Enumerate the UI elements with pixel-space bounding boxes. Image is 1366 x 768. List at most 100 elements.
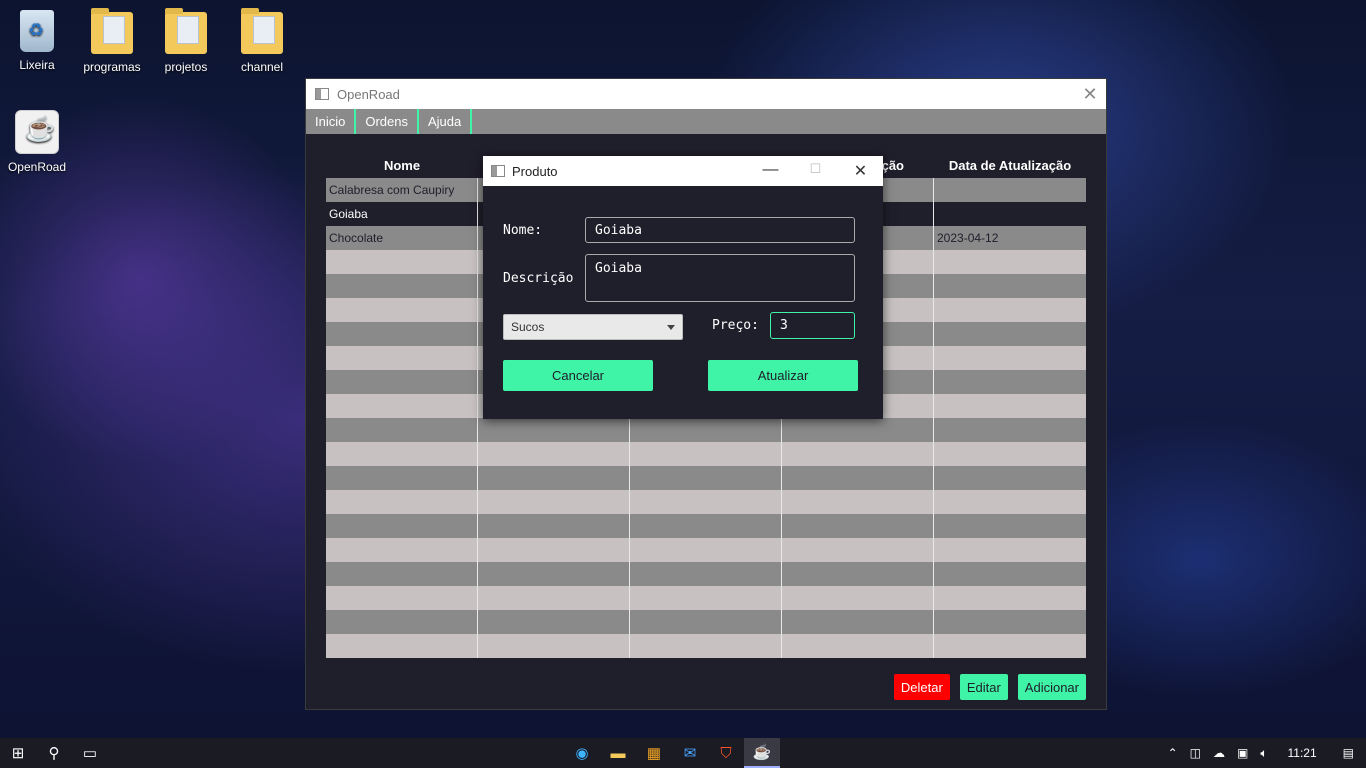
desktop-icon-label: channel <box>240 60 284 74</box>
desktop-icon-projetos[interactable]: projetos <box>150 8 222 74</box>
table-cell <box>934 394 1086 418</box>
edge-icon[interactable]: ◉ <box>564 738 600 768</box>
menu-inicio[interactable]: Inicio <box>306 109 357 134</box>
table-cell <box>326 442 478 466</box>
table-cell <box>934 562 1086 586</box>
table-row-empty[interactable] <box>326 610 1086 634</box>
close-icon[interactable]: ✕ <box>1074 84 1106 105</box>
table-cell <box>326 466 478 490</box>
table-cell <box>326 298 478 322</box>
table-cell <box>934 250 1086 274</box>
table-cell <box>478 514 630 538</box>
nome-label: Nome: <box>503 223 543 238</box>
mail-icon[interactable]: ✉ <box>672 738 708 768</box>
table-cell <box>934 370 1086 394</box>
camera-icon[interactable]: ◫ <box>1184 746 1207 760</box>
desktop-icon-label: Lixeira <box>19 58 55 72</box>
network-icon[interactable]: ▣ <box>1231 746 1254 760</box>
store-icon[interactable]: ▦ <box>636 738 672 768</box>
menu-ajuda[interactable]: Ajuda <box>419 109 473 134</box>
table-row-empty[interactable] <box>326 562 1086 586</box>
table-row-empty[interactable] <box>326 514 1086 538</box>
table-cell <box>934 322 1086 346</box>
volume-icon[interactable]: 🔈︎ <box>1254 746 1273 761</box>
file-explorer-icon[interactable]: ▬ <box>600 738 636 768</box>
brave-icon[interactable]: ⛉ <box>708 738 744 768</box>
table-cell <box>782 442 934 466</box>
dialog-titlebar: Produto — ☐ ✕ <box>483 156 883 186</box>
desktop-icon-programas[interactable]: programas <box>76 8 148 74</box>
table-cell: Chocolate <box>326 226 478 250</box>
table-row-empty[interactable] <box>326 586 1086 610</box>
add-button[interactable]: Adicionar <box>1017 674 1086 700</box>
categoria-select[interactable]: Sucos <box>503 314 683 340</box>
cancel-button[interactable]: Cancelar <box>503 360 653 391</box>
delete-button[interactable]: Deletar <box>893 674 950 700</box>
table-cell <box>630 442 782 466</box>
table-cell <box>326 322 478 346</box>
table-cell <box>478 586 630 610</box>
table-cell: 2023-04-12 <box>937 231 999 245</box>
window-title: OpenRoad <box>337 86 400 102</box>
descricao-textarea[interactable]: Goiaba <box>585 254 855 302</box>
table-cell <box>478 442 630 466</box>
task-view-icon[interactable]: ▭ <box>72 738 108 768</box>
taskbar: ⊞ ⚲ ▭ ◉ ▬ ▦ ✉ ⛉ ☕ ⌃ ◫ ☁ ▣ 🔈︎ 11:21 ▤ <box>0 738 1366 768</box>
table-cell <box>630 610 782 634</box>
minimize-icon[interactable]: — <box>748 161 793 181</box>
notification-icon[interactable]: ▤ <box>1331 746 1366 760</box>
preco-input[interactable]: 3 <box>770 312 855 339</box>
table-cell <box>326 418 478 442</box>
edit-button[interactable]: Editar <box>959 674 1008 700</box>
column-header[interactable]: Data de Atualização <box>934 154 1086 178</box>
column-header[interactable]: Nome <box>326 154 478 178</box>
desktop-icon-label: projetos <box>164 60 208 74</box>
clock[interactable]: 11:21 <box>1274 746 1331 760</box>
table-cell <box>934 274 1086 298</box>
table-cell <box>478 418 630 442</box>
chevron-down-icon <box>667 325 675 330</box>
search-icon[interactable]: ⚲ <box>36 738 72 768</box>
table-row-empty[interactable] <box>326 466 1086 490</box>
desktop-icon-channel[interactable]: channel <box>226 8 298 74</box>
table-row-empty[interactable] <box>326 490 1086 514</box>
table-cell <box>630 490 782 514</box>
table-cell <box>326 394 478 418</box>
table-cell <box>478 610 630 634</box>
table-cell <box>630 466 782 490</box>
table-cell <box>630 586 782 610</box>
table-row-empty[interactable] <box>326 634 1086 658</box>
onedrive-icon[interactable]: ☁ <box>1207 746 1231 760</box>
system-tray: ⌃ ◫ ☁ ▣ 🔈︎ 11:21 ▤ <box>1162 746 1366 761</box>
table-row-empty[interactable] <box>326 442 1086 466</box>
desktop-icon-lixeira[interactable]: ♻ Lixeira <box>1 10 73 72</box>
java-icon: ☕ <box>15 110 59 154</box>
table-cell <box>782 610 934 634</box>
table-cell <box>478 466 630 490</box>
desktop-icon-openroad[interactable]: ☕ OpenRoad <box>1 110 73 174</box>
chevron-up-icon[interactable]: ⌃ <box>1162 746 1184 760</box>
start-icon[interactable]: ⊞ <box>0 738 36 768</box>
table-cell <box>326 514 478 538</box>
table-cell <box>782 586 934 610</box>
table-cell <box>934 202 1086 226</box>
menu-ordens[interactable]: Ordens <box>356 109 419 134</box>
table-cell <box>934 490 1086 514</box>
folder-icon <box>241 8 283 54</box>
table-cell <box>934 418 1086 442</box>
java-app-icon[interactable]: ☕ <box>744 738 780 768</box>
desktop-icon-label: programas <box>83 60 141 74</box>
table-row-empty[interactable] <box>326 418 1086 442</box>
update-button[interactable]: Atualizar <box>708 360 858 391</box>
folder-icon <box>165 8 207 54</box>
close-icon[interactable]: ✕ <box>838 161 883 181</box>
table-cell <box>478 634 630 658</box>
table-cell <box>326 490 478 514</box>
menu-bar: Inicio Ordens Ajuda <box>306 109 1106 134</box>
folder-icon <box>91 8 133 54</box>
table-cell <box>326 610 478 634</box>
window-titlebar: OpenRoad ✕ <box>306 79 1106 109</box>
nome-input[interactable]: Goiaba <box>585 217 855 243</box>
action-buttons: Deletar Editar Adicionar <box>893 674 1086 700</box>
table-row-empty[interactable] <box>326 538 1086 562</box>
